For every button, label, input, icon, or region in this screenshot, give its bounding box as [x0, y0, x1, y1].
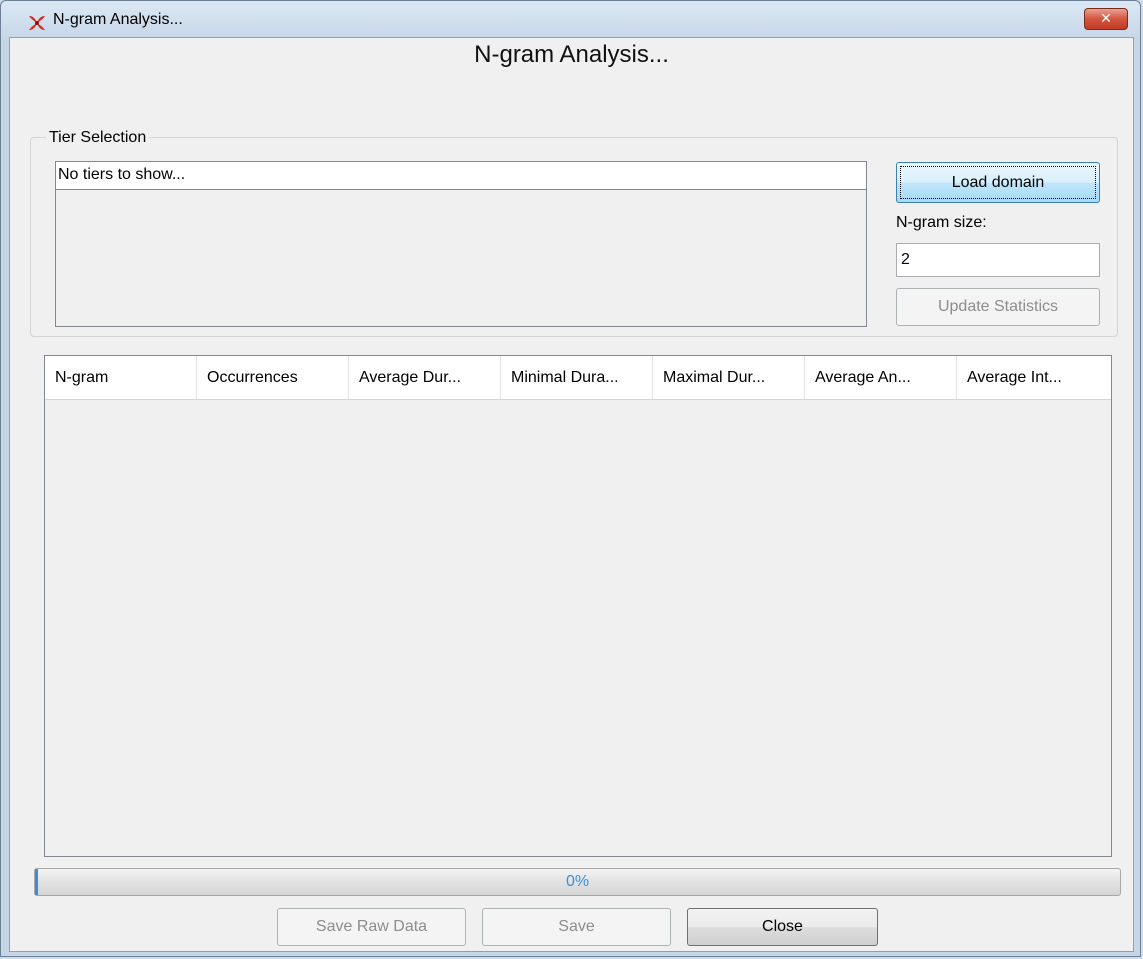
table-header: N-gram Occurrences Average Dur... Minima… [45, 356, 1111, 400]
tier-list-empty-message: No tiers to show... [56, 162, 866, 190]
title-bar: N-gram Analysis... ✕ [1, 1, 1140, 37]
column-header-ngram[interactable]: N-gram [45, 356, 197, 399]
close-label: Close [762, 918, 803, 935]
progress-bar: 0% [34, 868, 1121, 896]
update-statistics-label: Update Statistics [937, 298, 1059, 315]
ngram-size-label: N-gram size: [896, 214, 987, 231]
column-header-occurrences[interactable]: Occurrences [197, 356, 349, 399]
tier-list[interactable]: No tiers to show... [55, 161, 867, 327]
save-label: Save [558, 918, 595, 935]
app-icon [27, 13, 47, 33]
column-header-maximal-duration[interactable]: Maximal Dur... [653, 356, 805, 399]
window-close-button[interactable]: ✕ [1084, 8, 1128, 30]
close-button[interactable]: Close [687, 908, 878, 946]
save-button[interactable]: Save [482, 908, 671, 946]
tier-selection-label: Tier Selection [46, 129, 150, 147]
progress-text: 0% [565, 873, 590, 890]
column-header-minimal-duration[interactable]: Minimal Dura... [501, 356, 653, 399]
load-domain-label: Load domain [951, 174, 1045, 191]
update-statistics-button[interactable]: Update Statistics [896, 288, 1100, 326]
column-header-average-an[interactable]: Average An... [805, 356, 957, 399]
ngram-size-input[interactable] [896, 243, 1100, 277]
close-icon: ✕ [1100, 10, 1112, 26]
page-title: N-gram Analysis... [474, 41, 669, 68]
column-header-average-int[interactable]: Average Int... [957, 356, 1109, 399]
save-raw-data-label: Save Raw Data [315, 918, 428, 935]
load-domain-button[interactable]: Load domain [896, 162, 1100, 203]
ngram-results-table[interactable]: N-gram Occurrences Average Dur... Minima… [44, 355, 1112, 857]
column-header-average-duration[interactable]: Average Dur... [349, 356, 501, 399]
save-raw-data-button[interactable]: Save Raw Data [277, 908, 466, 946]
window-title: N-gram Analysis... [53, 11, 183, 28]
